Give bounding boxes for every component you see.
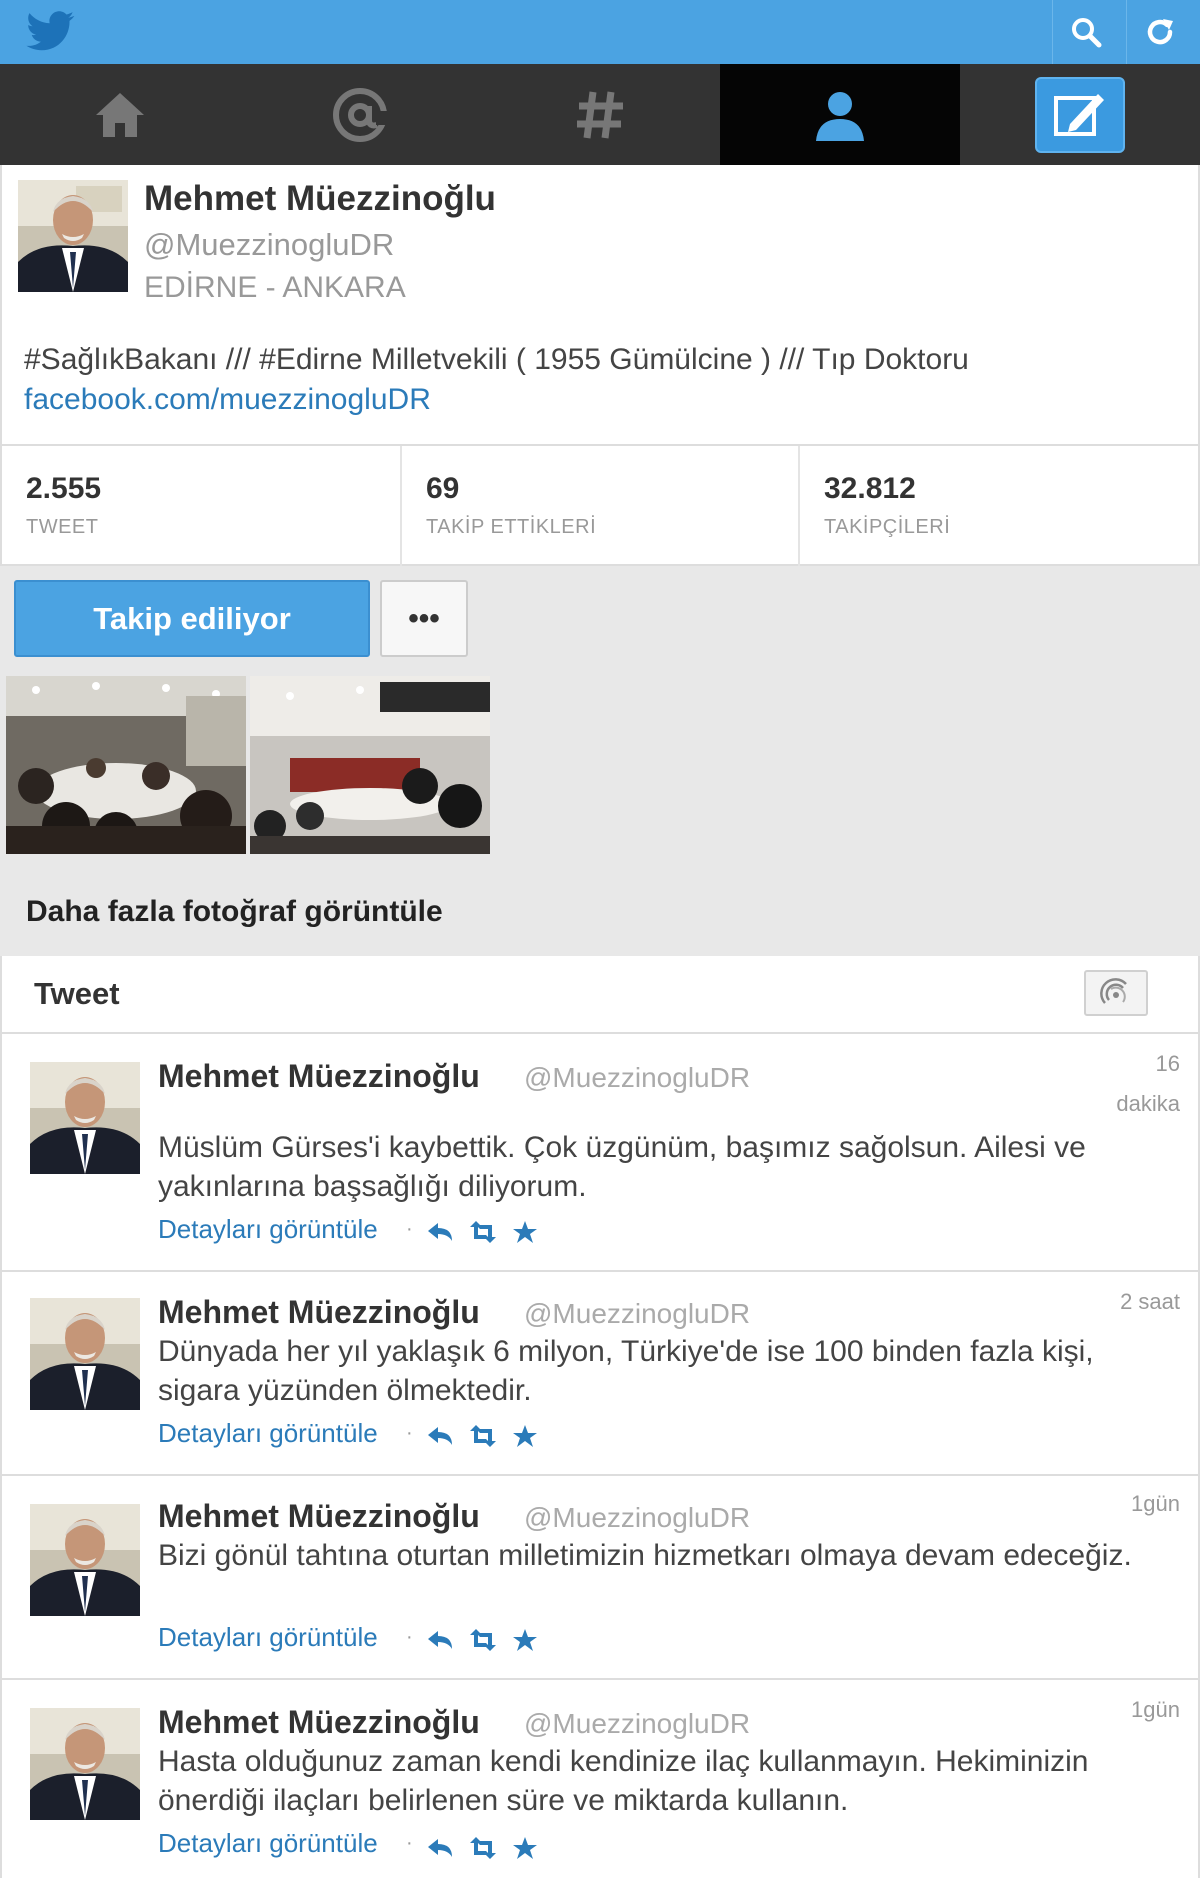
- reply-icon[interactable]: [426, 1629, 454, 1651]
- tweet-author-name[interactable]: Mehmet Müezzinoğlu: [158, 1294, 480, 1331]
- tweet-timestamp[interactable]: 1gün: [1131, 1690, 1180, 1730]
- profile-header: Mehmet Müezzinoğlu @MuezzinogluDR EDİRNE…: [0, 165, 1200, 445]
- tweet-author-handle[interactable]: @MuezzinogluDR: [524, 1708, 750, 1740]
- stat-tweets[interactable]: 2.555 TWEET: [2, 446, 402, 566]
- profile-handle: @MuezzinogluDR: [144, 227, 395, 262]
- retweet-icon[interactable]: [468, 1629, 498, 1651]
- profile-stats: 2.555 TWEET 69 TAKİP ETTİKLERİ 32.812 TA…: [0, 444, 1200, 566]
- avatar[interactable]: [18, 180, 128, 292]
- tweet-text: Hasta olduğunuz zaman kendi kendinize il…: [158, 1745, 1089, 1817]
- timestamp-value: 1gün: [1131, 1491, 1180, 1516]
- tweet-item[interactable]: Mehmet Müezzinoğlu @MuezzinogluDR 1gün H…: [0, 1680, 1200, 1878]
- tweet-actions: [426, 1836, 538, 1860]
- reply-icon[interactable]: [426, 1221, 454, 1243]
- following-button[interactable]: Takip ediliyor: [14, 580, 370, 657]
- photo-thumbnail[interactable]: [250, 676, 490, 854]
- search-icon: [1071, 18, 1101, 48]
- tweet-timestamp[interactable]: 1gün: [1131, 1484, 1180, 1524]
- tweet-item[interactable]: Mehmet Müezzinoğlu @MuezzinogluDR 2 saat…: [0, 1272, 1200, 1476]
- separator-dot: ·: [406, 1626, 413, 1648]
- nav-profile[interactable]: [720, 64, 960, 165]
- nav-discover[interactable]: [480, 64, 720, 165]
- tweet-timestamp[interactable]: 2 saat: [1120, 1282, 1180, 1322]
- view-details-link[interactable]: Detayları görüntüle: [158, 1418, 378, 1449]
- retweet-icon[interactable]: [468, 1425, 498, 1447]
- separator-dot: ·: [406, 1218, 413, 1240]
- tweet-author-name[interactable]: Mehmet Müezzinoğlu: [158, 1704, 480, 1741]
- more-options-button[interactable]: •••: [380, 580, 468, 657]
- tweet-author-handle[interactable]: @MuezzinogluDR: [524, 1062, 750, 1094]
- timestamp-value: 2 saat: [1120, 1289, 1180, 1314]
- view-details-link[interactable]: Detayları görüntüle: [158, 1214, 378, 1245]
- view-details-link[interactable]: Detayları görüntüle: [158, 1622, 378, 1653]
- nav-home[interactable]: [0, 64, 240, 165]
- home-icon: [96, 92, 144, 137]
- tweet-item[interactable]: Mehmet Müezzinoğlu @MuezzinogluDR 16 dak…: [0, 1034, 1200, 1272]
- profile-icon: [816, 91, 864, 141]
- compose-icon: [1054, 93, 1104, 136]
- separator-dot: ·: [406, 1832, 413, 1854]
- tweet-actions: [426, 1220, 538, 1244]
- tweet-avatar[interactable]: [30, 1504, 140, 1616]
- stat-followers[interactable]: 32.812 TAKİPÇİLERİ: [800, 446, 1198, 566]
- tweet-author-handle[interactable]: @MuezzinogluDR: [524, 1502, 750, 1534]
- tweet-text: Bizi gönül tahtına oturtan milletimizin …: [158, 1539, 1132, 1572]
- profile-website-link[interactable]: facebook.com/muezzinogluDR: [24, 383, 431, 417]
- tweet-text: Müslüm Gürses'i kaybettik. Çok üzgünüm, …: [158, 1131, 1086, 1203]
- tweet-actions: [426, 1628, 538, 1652]
- timestamp-value: 16: [1155, 1051, 1180, 1076]
- tweet-item[interactable]: Mehmet Müezzinoğlu @MuezzinogluDR 1gün B…: [0, 1476, 1200, 1680]
- favorite-icon[interactable]: [512, 1220, 538, 1244]
- main-nav: [0, 64, 1200, 165]
- timestamp-value: 1gün: [1131, 1697, 1180, 1722]
- reply-icon[interactable]: [426, 1837, 454, 1859]
- retweet-icon[interactable]: [468, 1221, 498, 1243]
- view-more-photos-link[interactable]: Daha fazla fotoğraf görüntüle: [0, 882, 1200, 956]
- stat-following[interactable]: 69 TAKİP ETTİKLERİ: [402, 446, 800, 566]
- profile-bio: #SağlıkBakanı /// #Edirne Milletvekili (…: [24, 343, 969, 376]
- refresh-button[interactable]: [1126, 0, 1192, 64]
- stat-label: TAKİPÇİLERİ: [824, 516, 951, 538]
- separator-dot: ·: [406, 1422, 413, 1444]
- twitter-bird-icon[interactable]: [24, 8, 78, 56]
- tweet-avatar[interactable]: [30, 1298, 140, 1410]
- stat-value: 2.555: [26, 472, 102, 505]
- stream-toggle-button[interactable]: [1084, 970, 1148, 1016]
- hashtag-icon: [577, 91, 623, 138]
- favorite-icon[interactable]: [512, 1836, 538, 1860]
- favorite-icon[interactable]: [512, 1628, 538, 1652]
- search-button[interactable]: [1052, 0, 1118, 64]
- refresh-icon: [1147, 19, 1173, 45]
- timestamp-unit: dakika: [1116, 1091, 1180, 1116]
- top-bar: [0, 0, 1200, 64]
- tweet-author-handle[interactable]: @MuezzinogluDR: [524, 1298, 750, 1330]
- photo-thumbnail[interactable]: [6, 676, 246, 854]
- tweet-actions: [426, 1424, 538, 1448]
- stream-icon: [1100, 978, 1127, 1004]
- profile-name: Mehmet Müezzinoğlu: [144, 179, 496, 218]
- stat-label: TWEET: [26, 516, 99, 538]
- stat-value: 69: [426, 472, 460, 505]
- stat-label: TAKİP ETTİKLERİ: [426, 516, 597, 538]
- tweet-avatar[interactable]: [30, 1062, 140, 1174]
- nav-mentions[interactable]: [240, 64, 480, 165]
- favorite-icon[interactable]: [512, 1424, 538, 1448]
- reply-icon[interactable]: [426, 1425, 454, 1447]
- tweet-avatar[interactable]: [30, 1708, 140, 1820]
- retweet-icon[interactable]: [468, 1837, 498, 1859]
- tweet-author-name[interactable]: Mehmet Müezzinoğlu: [158, 1498, 480, 1535]
- view-details-link[interactable]: Detayları görüntüle: [158, 1828, 378, 1859]
- compose-button[interactable]: [1035, 76, 1125, 153]
- tweet-text: Dünyada her yıl yaklaşık 6 milyon, Türki…: [158, 1335, 1094, 1407]
- at-mention-icon: [333, 87, 388, 142]
- nav-compose[interactable]: [960, 64, 1200, 165]
- tweet-author-name[interactable]: Mehmet Müezzinoğlu: [158, 1058, 480, 1095]
- profile-location: EDİRNE - ANKARA: [144, 271, 406, 304]
- timeline-header: Tweet: [0, 956, 1200, 1034]
- tweet-timestamp[interactable]: 16 dakika: [1116, 1044, 1180, 1124]
- timeline-title: Tweet: [34, 976, 120, 1011]
- stat-value: 32.812: [824, 472, 916, 505]
